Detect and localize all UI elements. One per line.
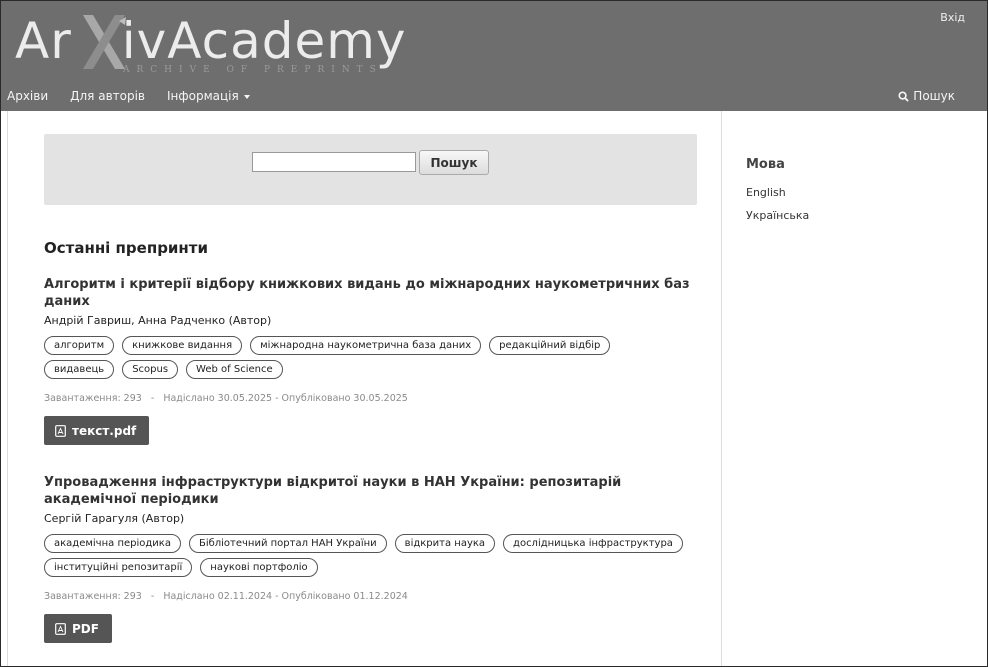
article-item: Алгоритм і критерії відбору книжкових ви… — [44, 276, 704, 445]
pdf-download-label: текст.pdf — [72, 423, 137, 438]
nav-information-label: Інформація — [167, 89, 239, 103]
keyword-tag[interactable]: Web of Science — [186, 360, 283, 379]
search-panel: Пошук — [44, 134, 697, 205]
login-link[interactable]: Вхід — [940, 11, 965, 24]
section-title: Останні препринти — [44, 239, 209, 257]
article-authors: Сергій Гарагуля (Автор) — [44, 512, 185, 525]
keyword-tag[interactable]: книжкове видання — [122, 336, 243, 355]
keyword-tag[interactable]: дослідницька інфраструктура — [503, 534, 683, 553]
keyword-tag[interactable]: Бібліотечний портал НАН України — [188, 534, 387, 553]
keyword-tag[interactable]: алгоритм — [44, 336, 115, 355]
keyword-tag[interactable]: академічна періодика — [44, 534, 181, 553]
keyword-tag[interactable]: Scopus — [122, 360, 179, 379]
pdf-file-icon — [55, 622, 66, 635]
article-meta: Завантаження: 293 - Надіслано 02.11.2024… — [44, 591, 408, 602]
language-block-title: Мова — [746, 157, 785, 172]
language-english-link[interactable]: English — [746, 186, 786, 199]
content-border-left — [7, 111, 8, 666]
sidebar-divider — [721, 111, 722, 666]
pdf-file-icon — [55, 424, 66, 437]
logo-subtitle: ARCHIVE OF PREPRINTS — [123, 65, 383, 75]
pdf-download-label: PDF — [72, 621, 99, 636]
article-title[interactable]: Упровадження інфраструктури відкритої на… — [44, 474, 669, 508]
article-meta: Завантаження: 293 - Надіслано 30.05.2025… — [44, 393, 408, 404]
nav-search-label: Пошук — [913, 89, 955, 103]
keyword-tag[interactable]: міжнародна наукометрична база даних — [250, 336, 482, 355]
search-button[interactable]: Пошук — [419, 150, 489, 175]
keyword-list: алгоритм книжкове видання міжнародна нау… — [44, 336, 684, 379]
keyword-tag[interactable]: наукові портфоліо — [200, 558, 318, 577]
nav-search-link[interactable]: Пошук — [898, 89, 955, 103]
keyword-tag[interactable]: видавець — [44, 360, 115, 379]
logo-wordmark: Ar ivAcademy — [15, 12, 407, 70]
site-header: Ar ivAcademy ARCHIVE OF PREPRINTS Вхід Ар… — [1, 1, 987, 111]
nav-for-authors[interactable]: Для авторів — [70, 89, 145, 103]
chevron-down-icon — [243, 94, 250, 99]
nav-information[interactable]: Інформація — [167, 89, 250, 103]
search-icon — [898, 90, 910, 102]
keyword-list: академічна періодика Бібліотечний портал… — [44, 534, 684, 577]
keyword-tag[interactable]: інституційні репозитарії — [44, 558, 193, 577]
language-ukrainian-link[interactable]: Українська — [746, 209, 809, 222]
site-logo[interactable]: Ar ivAcademy ARCHIVE OF PREPRINTS — [15, 9, 455, 79]
article-title[interactable]: Алгоритм і критерії відбору книжкових ви… — [44, 276, 704, 310]
article-authors: Андрій Гавриш, Анна Радченко (Автор) — [44, 314, 272, 327]
article-item: Упровадження інфраструктури відкритої на… — [44, 474, 704, 643]
search-input[interactable] — [252, 152, 416, 172]
nav-archives[interactable]: Архіви — [7, 89, 48, 103]
page-frame: Ar ivAcademy ARCHIVE OF PREPRINTS Вхід Ар… — [0, 0, 988, 667]
keyword-tag[interactable]: відкрита наука — [394, 534, 496, 553]
pdf-download-button[interactable]: PDF — [44, 614, 112, 643]
pdf-download-button[interactable]: текст.pdf — [44, 416, 150, 445]
keyword-tag[interactable]: редакційний відбір — [489, 336, 611, 355]
main-nav: Архіви Для авторів Інформація — [7, 89, 272, 103]
